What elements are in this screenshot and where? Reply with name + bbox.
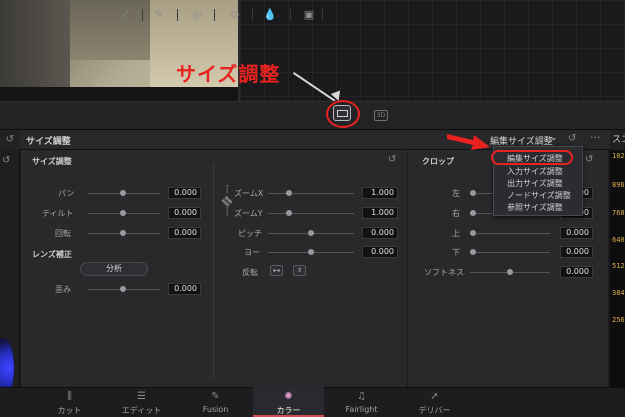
section-title-sizing: サイズ調整 bbox=[32, 157, 72, 166]
fusion-page-icon: ✎ bbox=[211, 391, 220, 402]
pitch-field[interactable]: 0.000 bbox=[362, 227, 398, 239]
scope-scale-label: 512 bbox=[612, 262, 625, 270]
rotate-slider[interactable] bbox=[88, 230, 160, 236]
reset-icon[interactable]: ↺ bbox=[388, 154, 396, 165]
palette-toolbar bbox=[0, 101, 625, 130]
crop-bottom-label: 下 bbox=[452, 248, 460, 257]
page-tab-color[interactable]: ✺ カラー bbox=[253, 387, 324, 417]
yaw-label: ヨー bbox=[244, 248, 260, 257]
left-strip: ↺ bbox=[0, 150, 20, 398]
cut-page-icon: ⫼ bbox=[67, 391, 72, 402]
dropdown-item-input-sizing[interactable]: 入力サイズ調整 bbox=[494, 166, 584, 177]
tilt-slider[interactable] bbox=[88, 210, 160, 216]
scope-scale-label: 640 bbox=[612, 236, 625, 244]
scope-title: スコープ bbox=[610, 130, 625, 150]
reset-icon[interactable]: ↺ bbox=[2, 155, 10, 166]
pan-field[interactable]: 0.000 bbox=[168, 187, 201, 199]
flip-label: 反転 bbox=[242, 268, 258, 277]
analyze-button[interactable]: 分析 bbox=[80, 262, 148, 276]
page-tab-fusion[interactable]: ✎ Fusion bbox=[180, 387, 251, 417]
blur-icon[interactable]: 💧 bbox=[263, 8, 277, 22]
edit-page-icon: ☰ bbox=[137, 391, 146, 402]
pan-slider[interactable] bbox=[88, 190, 160, 196]
reset-icon[interactable]: ↺ bbox=[585, 154, 593, 165]
crop-left-label: 左 bbox=[452, 189, 460, 198]
crop-top-field[interactable]: 0.000 bbox=[560, 227, 593, 239]
section-title-lens: レンズ補正 bbox=[32, 250, 72, 259]
page-tab-deliver[interactable]: ➚ デリバー bbox=[399, 387, 470, 417]
softness-field[interactable]: 0.000 bbox=[560, 266, 593, 278]
zoom-x-slider[interactable] bbox=[268, 190, 354, 196]
chevron-down-icon[interactable]: ⌄ bbox=[550, 133, 558, 143]
dropdown-item-node-sizing[interactable]: ノードサイズ調整 bbox=[494, 190, 584, 201]
yaw-slider[interactable] bbox=[268, 249, 354, 255]
zoom-y-field[interactable]: 1.000 bbox=[362, 207, 398, 219]
zoom-x-label: ズームX bbox=[234, 189, 264, 198]
flip-vertical-button[interactable]: ⇕ bbox=[293, 265, 306, 276]
crop-right-label: 右 bbox=[452, 209, 460, 218]
page-tab-fairlight[interactable]: ♫ Fairlight bbox=[326, 387, 397, 417]
pan-label: パン bbox=[58, 189, 75, 198]
curves-icon[interactable]: ⟋ bbox=[118, 8, 132, 22]
flip-horizontal-button[interactable]: ▸◂ bbox=[270, 265, 283, 276]
viewer-bottom-bar bbox=[0, 87, 238, 101]
softness-label: ソフトネス bbox=[424, 268, 464, 277]
crop-top-label: 上 bbox=[452, 229, 460, 238]
3d-icon[interactable]: 3D bbox=[374, 110, 388, 121]
zoom-x-field[interactable]: 1.000 bbox=[362, 187, 398, 199]
yaw-field[interactable]: 0.000 bbox=[362, 246, 398, 258]
pitch-label: ピッチ bbox=[238, 229, 262, 238]
page-tab-edit[interactable]: ☰ エディット bbox=[106, 387, 177, 417]
distortion-field[interactable]: 0.000 bbox=[168, 283, 201, 295]
annotation-red-arrow bbox=[447, 134, 490, 150]
distortion-slider[interactable] bbox=[88, 286, 160, 292]
tracker-icon[interactable]: ⊙ bbox=[228, 8, 242, 22]
color-page-icon: ✺ bbox=[284, 391, 293, 402]
crop-bottom-slider[interactable] bbox=[470, 249, 550, 255]
more-icon[interactable]: ··· bbox=[590, 131, 601, 144]
annotation-dropdown-highlight bbox=[491, 150, 573, 165]
zoom-y-label: ズームY bbox=[234, 209, 263, 218]
scope-scale-label: 896 bbox=[612, 181, 625, 189]
pitch-slider[interactable] bbox=[268, 230, 354, 236]
window-icon[interactable]: ◎ bbox=[190, 8, 204, 22]
fairlight-page-icon: ♫ bbox=[357, 391, 366, 402]
scope-scale-label: 384 bbox=[612, 289, 625, 297]
scope-scale-label: 256 bbox=[612, 316, 625, 324]
annotation-label: サイズ調整 bbox=[176, 62, 281, 86]
reset-all-icon[interactable]: ↺ bbox=[0, 130, 20, 150]
tilt-label: ティルト bbox=[42, 209, 74, 218]
scope-scale-label: 768 bbox=[612, 209, 625, 217]
annotation-circle bbox=[326, 100, 360, 128]
section-title-crop: クロップ bbox=[422, 157, 454, 166]
dropdown-item-output-sizing[interactable]: 出力サイズ調整 bbox=[494, 178, 584, 189]
rotate-field[interactable]: 0.000 bbox=[168, 227, 201, 239]
key-icon[interactable]: ▣ bbox=[302, 8, 316, 22]
crop-bottom-field[interactable]: 0.000 bbox=[560, 246, 593, 258]
deliver-page-icon: ➚ bbox=[430, 391, 439, 402]
softness-slider[interactable] bbox=[470, 269, 550, 275]
page-tab-cut[interactable]: ⫼ カット bbox=[34, 387, 105, 417]
node-editor[interactable] bbox=[240, 0, 625, 101]
crop-top-slider[interactable] bbox=[470, 230, 550, 236]
qualifier-eyedropper-icon[interactable]: ✎ bbox=[152, 8, 166, 22]
panel-title: サイズ調整 bbox=[26, 137, 71, 147]
zoom-y-slider[interactable] bbox=[268, 210, 354, 216]
dropdown-item-reference-sizing[interactable]: 参照サイズ調整 bbox=[494, 202, 584, 213]
reset-icon[interactable]: ↺ bbox=[568, 133, 576, 144]
distortion-label: 歪み bbox=[55, 285, 71, 294]
rotate-label: 回転 bbox=[55, 229, 71, 238]
scope-scale-label: 1023 bbox=[612, 152, 625, 160]
tilt-field[interactable]: 0.000 bbox=[168, 207, 201, 219]
